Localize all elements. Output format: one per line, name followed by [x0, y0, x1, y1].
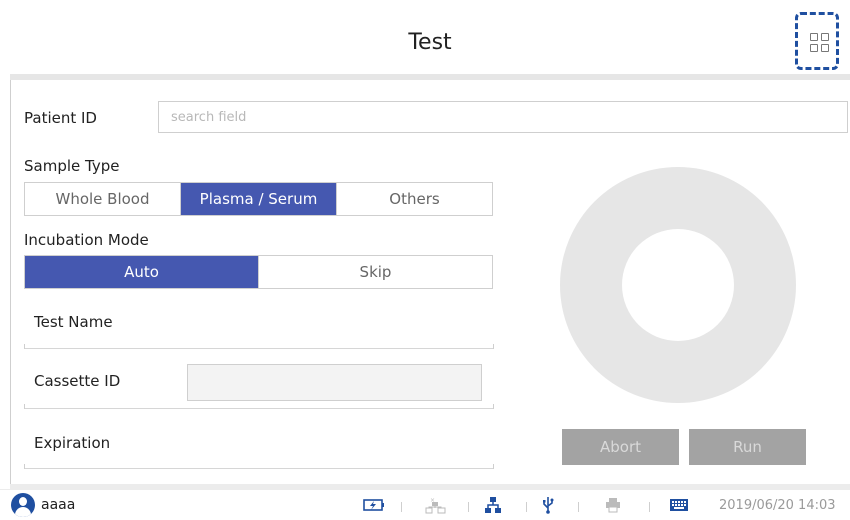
- status-divider: [10, 484, 850, 489]
- test-name-field[interactable]: Test Name: [24, 297, 494, 349]
- cassette-id-label: Cassette ID: [34, 372, 121, 390]
- progress-ring-center: [622, 229, 734, 341]
- abort-button[interactable]: Abort: [562, 429, 679, 465]
- page-title: Test: [408, 30, 452, 55]
- user-name: aaaa: [41, 497, 76, 513]
- header-divider: [10, 74, 850, 80]
- status-separator: [578, 502, 579, 512]
- patient-id-search-input[interactable]: [158, 101, 848, 133]
- status-bar: aaaa × 2019/06/20 14:03: [0, 484, 850, 520]
- status-separator: [649, 502, 650, 512]
- run-button[interactable]: Run: [689, 429, 806, 465]
- sample-type-whole-blood[interactable]: Whole Blood: [25, 183, 181, 215]
- expiration-field[interactable]: Expiration: [24, 417, 494, 469]
- progress-ring: [560, 167, 796, 403]
- header: Test: [10, 0, 850, 76]
- sample-type-label: Sample Type: [24, 157, 120, 175]
- apps-menu-button[interactable]: [795, 12, 839, 70]
- sample-type-plasma-serum[interactable]: Plasma / Serum: [181, 183, 337, 215]
- sample-type-selector: Whole Blood Plasma / Serum Others: [24, 182, 493, 216]
- patient-id-label: Patient ID: [24, 109, 97, 127]
- cassette-id-input[interactable]: [187, 364, 482, 401]
- battery-charging-icon: [362, 496, 386, 514]
- usb-icon: [540, 496, 556, 514]
- grid-icon: [810, 33, 830, 53]
- network-icon: [483, 496, 503, 514]
- status-datetime: 2019/06/20 14:03: [719, 498, 836, 513]
- status-separator: [401, 502, 402, 512]
- incubation-mode-skip[interactable]: Skip: [259, 256, 492, 288]
- status-separator: [526, 502, 527, 512]
- printer-disconnected-icon: [603, 496, 623, 514]
- lis-network-disconnected-icon: ×: [423, 496, 447, 514]
- sample-type-others[interactable]: Others: [337, 183, 492, 215]
- expiration-label: Expiration: [34, 434, 111, 452]
- status-separator: [468, 502, 469, 512]
- incubation-mode-label: Incubation Mode: [24, 231, 149, 249]
- test-name-label: Test Name: [34, 313, 113, 331]
- keyboard-icon[interactable]: [668, 496, 690, 514]
- user-avatar-icon[interactable]: [11, 493, 35, 517]
- incubation-mode-selector: Auto Skip: [24, 255, 493, 289]
- incubation-mode-auto[interactable]: Auto: [25, 256, 259, 288]
